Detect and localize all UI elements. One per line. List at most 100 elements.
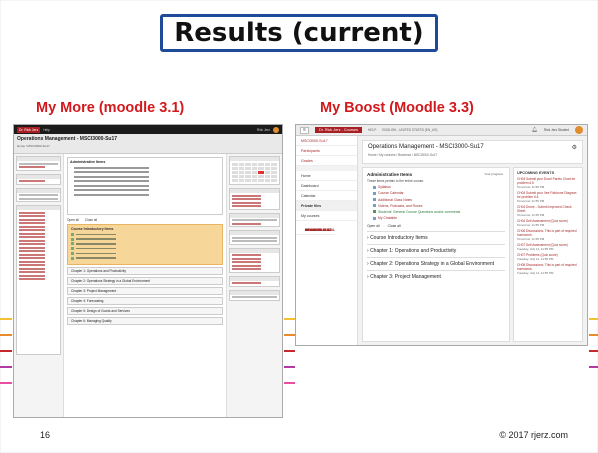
more-section-row[interactable]: Chapter 4: Forecasting [67, 296, 223, 305]
boost-event-item[interactable]: CH06 Discussions: This is part of requir… [517, 229, 579, 241]
more-section-row[interactable]: Chapter 3: Project Management [67, 286, 223, 295]
more-intro-section: Course Introductory Items [67, 224, 223, 265]
boost-admin-description: These items pertain to the entire course… [367, 179, 425, 183]
more-block-case [229, 275, 280, 287]
drawer-item-grades[interactable]: Grades [296, 156, 357, 166]
slide-title-box: Results (current) [160, 14, 438, 52]
boost-nav-name[interactable]: Dr. Rick Jerz - Courses [315, 127, 363, 133]
more-close-all[interactable]: Close all [85, 218, 97, 222]
more-calendar-grid[interactable] [230, 161, 279, 184]
boost-course-content: Administrative Items Your progress These… [362, 167, 510, 342]
more-nav-user[interactable]: Rick Jerz [257, 128, 270, 132]
more-section-row[interactable]: Chapter 1: Operations and Productivity [67, 266, 223, 275]
more-nav-help[interactable]: Help [43, 128, 50, 132]
more-left-column [14, 154, 64, 417]
boost-forum-link[interactable]: Students' General Course Questions and/o… [373, 210, 505, 214]
more-intro-title[interactable]: Course Introductory Items [71, 227, 219, 231]
more-navbar: Dr. Rick Jerz Help Rick Jerz [14, 125, 282, 134]
gear-icon[interactable]: ⚙ [572, 144, 577, 151]
decor-line-right-2 [589, 334, 598, 336]
more-breadcrumb[interactable]: Home / MSCI3000-Su17 [17, 144, 279, 148]
boost-upcoming-events: UPCOMING EVENTS CH04 Submit your Excel P… [513, 167, 583, 342]
screenshot-my-boost: ≡ Dr. Rick Jerz - Courses HELP ENGLISH -… [295, 124, 588, 346]
more-section-row[interactable]: Chapter 5: Design of Goods and Services [67, 306, 223, 315]
boost-activity-link[interactable]: Additional Class Notes [373, 198, 505, 202]
boost-progress-label: Your progress [484, 172, 503, 176]
boost-activity-link[interactable]: Syllabus [373, 185, 505, 189]
decor-line-left-3 [0, 350, 12, 352]
boost-close-all[interactable]: Close all [388, 224, 401, 228]
more-section-row[interactable]: Chapter 2: Operations Strategy in a Glob… [67, 276, 223, 285]
decor-line-left-5 [0, 382, 12, 384]
drawer-item-course[interactable]: MSCI3000-Su17 [296, 136, 357, 146]
more-block-people [16, 173, 61, 185]
drawer-item-participants[interactable]: Participants [296, 146, 357, 156]
slide-title: Results (current) [174, 18, 424, 48]
hamburger-menu-icon[interactable]: ≡ [300, 126, 309, 134]
more-section-row[interactable]: Chapter 6: Managing Quality [67, 316, 223, 325]
boost-breadcrumb[interactable]: Home / My courses / Business / MSCI3000-… [368, 153, 577, 157]
boost-nav-language[interactable]: ENGLISH - UNITED STATES (EN_US) [382, 128, 437, 132]
caption-my-boost: My Boost (Moodle 3.3) [320, 100, 474, 116]
drawer-item-home[interactable]: Home [296, 171, 357, 181]
boost-section-header[interactable]: › Chapter 1: Operations and Productivity [367, 244, 505, 257]
decor-line-mid-5 [284, 382, 295, 384]
more-block-hidden [229, 289, 280, 301]
boost-page-header: Operations Management - MSCI3000-Su17 Ho… [362, 140, 583, 164]
decor-line-left-2 [0, 334, 12, 336]
boost-course-title: Operations Management - MSCI3000-Su17 [368, 144, 484, 150]
more-page-header: Operations Management - MSCI3000-Su17 Ho… [14, 134, 282, 154]
boost-event-item[interactable]: CH04 Submit your Vee Fishbone Diagram fo… [517, 191, 579, 203]
slide-number: 16 [40, 430, 51, 440]
more-block-search-forums [16, 187, 61, 202]
more-main-column: Administrative Items Open all Close all … [64, 154, 226, 417]
more-nav-name[interactable]: Dr. Rick Jerz [17, 126, 41, 133]
boost-event-item[interactable]: CH04 Self Assessment (Quiz score) Tomorro… [517, 219, 579, 227]
boost-activity-link[interactable]: Course Calendar [373, 191, 505, 195]
boost-section-header[interactable]: › Chapter 2: Operations Strategy in a Gl… [367, 257, 505, 270]
boost-event-item[interactable]: CH07 Self Assessment (Quiz score) Tuesday… [517, 243, 579, 251]
drawer-item-calendar[interactable]: Calendar [296, 191, 357, 201]
more-right-column [226, 154, 282, 417]
boost-event-item[interactable]: CH04 Submit your Excel Pareto Chart for … [517, 177, 579, 189]
boost-main-region: Operations Management - MSCI3000-Su17 Ho… [358, 136, 587, 345]
decor-line-left-1 [0, 318, 12, 320]
boost-nav-drawer: MSCI3000-Su17 Participants Grades Home D… [296, 136, 358, 345]
boost-open-all[interactable]: Open all [367, 224, 380, 228]
boost-event-item[interactable]: CH04 Drone - Submit Improved Check Sheet… [517, 205, 579, 217]
decor-line-mid-3 [284, 350, 295, 352]
boost-avatar[interactable] [575, 126, 583, 134]
boost-chat-link[interactable]: My Chatable [373, 216, 505, 220]
more-avatar[interactable] [273, 126, 279, 133]
drawer-item-my-courses[interactable]: My courses [296, 211, 357, 221]
more-block-links [229, 247, 280, 273]
boost-event-item[interactable]: CH08 Discussions: This is part of requir… [517, 263, 579, 275]
boost-navbar: ≡ Dr. Rick Jerz - Courses HELP ENGLISH -… [296, 125, 587, 136]
boost-section-header[interactable]: › Course Introductory Items [367, 231, 505, 244]
decor-line-right-1 [589, 318, 598, 320]
drawer-see-all[interactable]: See... [296, 225, 315, 235]
more-open-all[interactable]: Open all [67, 218, 79, 222]
boost-activity-link[interactable]: Videos, Podcasts, and Runes [373, 204, 505, 208]
decor-line-mid-2 [284, 334, 295, 336]
decor-line-mid-4 [284, 366, 295, 368]
more-block-upcoming [229, 212, 280, 227]
more-block-calendar [229, 156, 280, 185]
more-admin-items: Administrative Items [67, 157, 223, 215]
notification-bell-icon[interactable]: 🔔︎ [532, 127, 538, 133]
more-block-administration [16, 205, 61, 355]
decor-line-right-3 [589, 350, 598, 352]
more-course-title: Operations Management - MSCI3000-Su17 [17, 136, 118, 142]
decor-line-right-4 [589, 366, 598, 368]
boost-event-item[interactable]: CH07 Problems (Quiz score) Tuesday, July … [517, 253, 579, 261]
more-block-search [16, 156, 61, 171]
boost-events-header: UPCOMING EVENTS [517, 171, 555, 175]
drawer-item-dashboard[interactable]: Dashboard [296, 181, 357, 191]
decor-line-left-4 [0, 366, 12, 368]
drawer-item-private-files[interactable]: Private files [296, 201, 357, 211]
more-block-checklist [229, 230, 280, 245]
caption-my-more: My More (moodle 3.1) [36, 100, 185, 116]
boost-section-header[interactable]: › Chapter 3: Project Management [367, 270, 505, 283]
boost-nav-user[interactable]: Rick Jerz Student [544, 128, 569, 132]
boost-nav-help[interactable]: HELP [368, 128, 376, 132]
